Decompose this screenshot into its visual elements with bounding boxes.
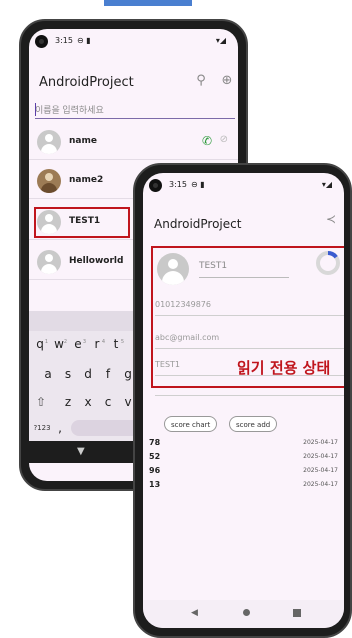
status-bar: 3:15 ⊖ ▮ ▾◢ bbox=[29, 35, 238, 53]
contact-name: Helloworld bbox=[69, 256, 124, 266]
key-r[interactable]: 4r bbox=[88, 333, 106, 355]
camera-cutout bbox=[149, 179, 162, 192]
divider bbox=[155, 375, 344, 396]
divider bbox=[29, 159, 238, 160]
phone-contact-detail: 3:15 ⊖ ▮ ▾◢ AndroidProject ≺ TEST1 01012… bbox=[133, 163, 352, 638]
score-value: 52 bbox=[149, 452, 161, 461]
table-row: 13 2025-04-17 bbox=[149, 480, 338, 492]
selection-highlight bbox=[34, 207, 130, 238]
nav-bar: ◀ bbox=[143, 600, 344, 628]
key-e[interactable]: 3e bbox=[69, 333, 87, 355]
search-input[interactable] bbox=[35, 102, 235, 119]
table-row: 96 2025-04-17 bbox=[149, 466, 338, 478]
score-date: 2025-04-17 bbox=[303, 453, 338, 460]
status-time: 3:15 bbox=[55, 36, 73, 45]
score-date: 2025-04-17 bbox=[303, 481, 338, 488]
score-chart-button[interactable]: score chart bbox=[164, 416, 218, 432]
key-t[interactable]: 5t bbox=[107, 333, 125, 355]
text-cursor bbox=[35, 103, 36, 116]
key-f[interactable]: f bbox=[99, 363, 117, 385]
key-c[interactable]: c bbox=[99, 391, 117, 413]
key-a[interactable]: a bbox=[39, 363, 57, 385]
avatar-photo bbox=[37, 169, 61, 193]
score-value: 96 bbox=[149, 466, 161, 475]
camera-cutout bbox=[35, 35, 48, 48]
key-z[interactable]: z bbox=[59, 391, 77, 413]
key-q[interactable]: 1q bbox=[31, 333, 49, 355]
signal-battery-icons: ▾◢ bbox=[215, 36, 226, 45]
status-icons: ⊖ ▮ bbox=[191, 180, 205, 189]
avatar bbox=[37, 250, 61, 274]
phone-icon[interactable]: ✆ bbox=[202, 134, 212, 148]
status-time: 3:15 bbox=[169, 180, 187, 189]
key-s[interactable]: s bbox=[59, 363, 77, 385]
app-title: AndroidProject bbox=[154, 217, 242, 231]
key-x[interactable]: x bbox=[79, 391, 97, 413]
score-date: 2025-04-17 bbox=[303, 467, 338, 474]
screen-contact-detail: 3:15 ⊖ ▮ ▾◢ AndroidProject ≺ TEST1 01012… bbox=[143, 173, 344, 628]
contact-name: name bbox=[69, 136, 97, 146]
score-value: 13 bbox=[149, 480, 161, 489]
search-icon[interactable]: ⚲ bbox=[193, 73, 209, 89]
score-date: 2025-04-17 bbox=[303, 439, 338, 446]
table-row: 78 2025-04-17 bbox=[149, 438, 338, 450]
back-icon[interactable]: ▼ bbox=[77, 446, 85, 457]
contact-name: name2 bbox=[69, 175, 104, 185]
list-item[interactable]: name ✆ ⊘ bbox=[29, 124, 238, 160]
back-icon[interactable]: ◀ bbox=[191, 608, 198, 618]
crosshair-icon[interactable]: ⊕ bbox=[219, 73, 235, 89]
home-icon[interactable] bbox=[243, 609, 250, 616]
app-title: AndroidProject bbox=[39, 75, 134, 90]
avatar bbox=[37, 130, 61, 154]
shift-icon[interactable]: ⇧ bbox=[32, 391, 50, 413]
comma-key[interactable]: , bbox=[51, 417, 69, 439]
top-accent-bar bbox=[104, 0, 192, 6]
signal-battery-icons: ▾◢ bbox=[321, 180, 332, 189]
numbers-key[interactable]: ?123 bbox=[33, 417, 51, 439]
key-d[interactable]: d bbox=[79, 363, 97, 385]
table-row: 52 2025-04-17 bbox=[149, 452, 338, 464]
recents-icon[interactable] bbox=[293, 609, 301, 617]
score-value: 78 bbox=[149, 438, 161, 447]
status-bar: 3:15 ⊖ ▮ ▾◢ bbox=[143, 179, 344, 197]
score-add-button[interactable]: score add bbox=[229, 416, 278, 432]
key-w[interactable]: 2w bbox=[50, 333, 68, 355]
link-icon[interactable]: ⊘ bbox=[220, 134, 228, 145]
status-icons: ⊖ ▮ bbox=[77, 36, 91, 45]
share-icon[interactable]: ≺ bbox=[326, 212, 336, 226]
